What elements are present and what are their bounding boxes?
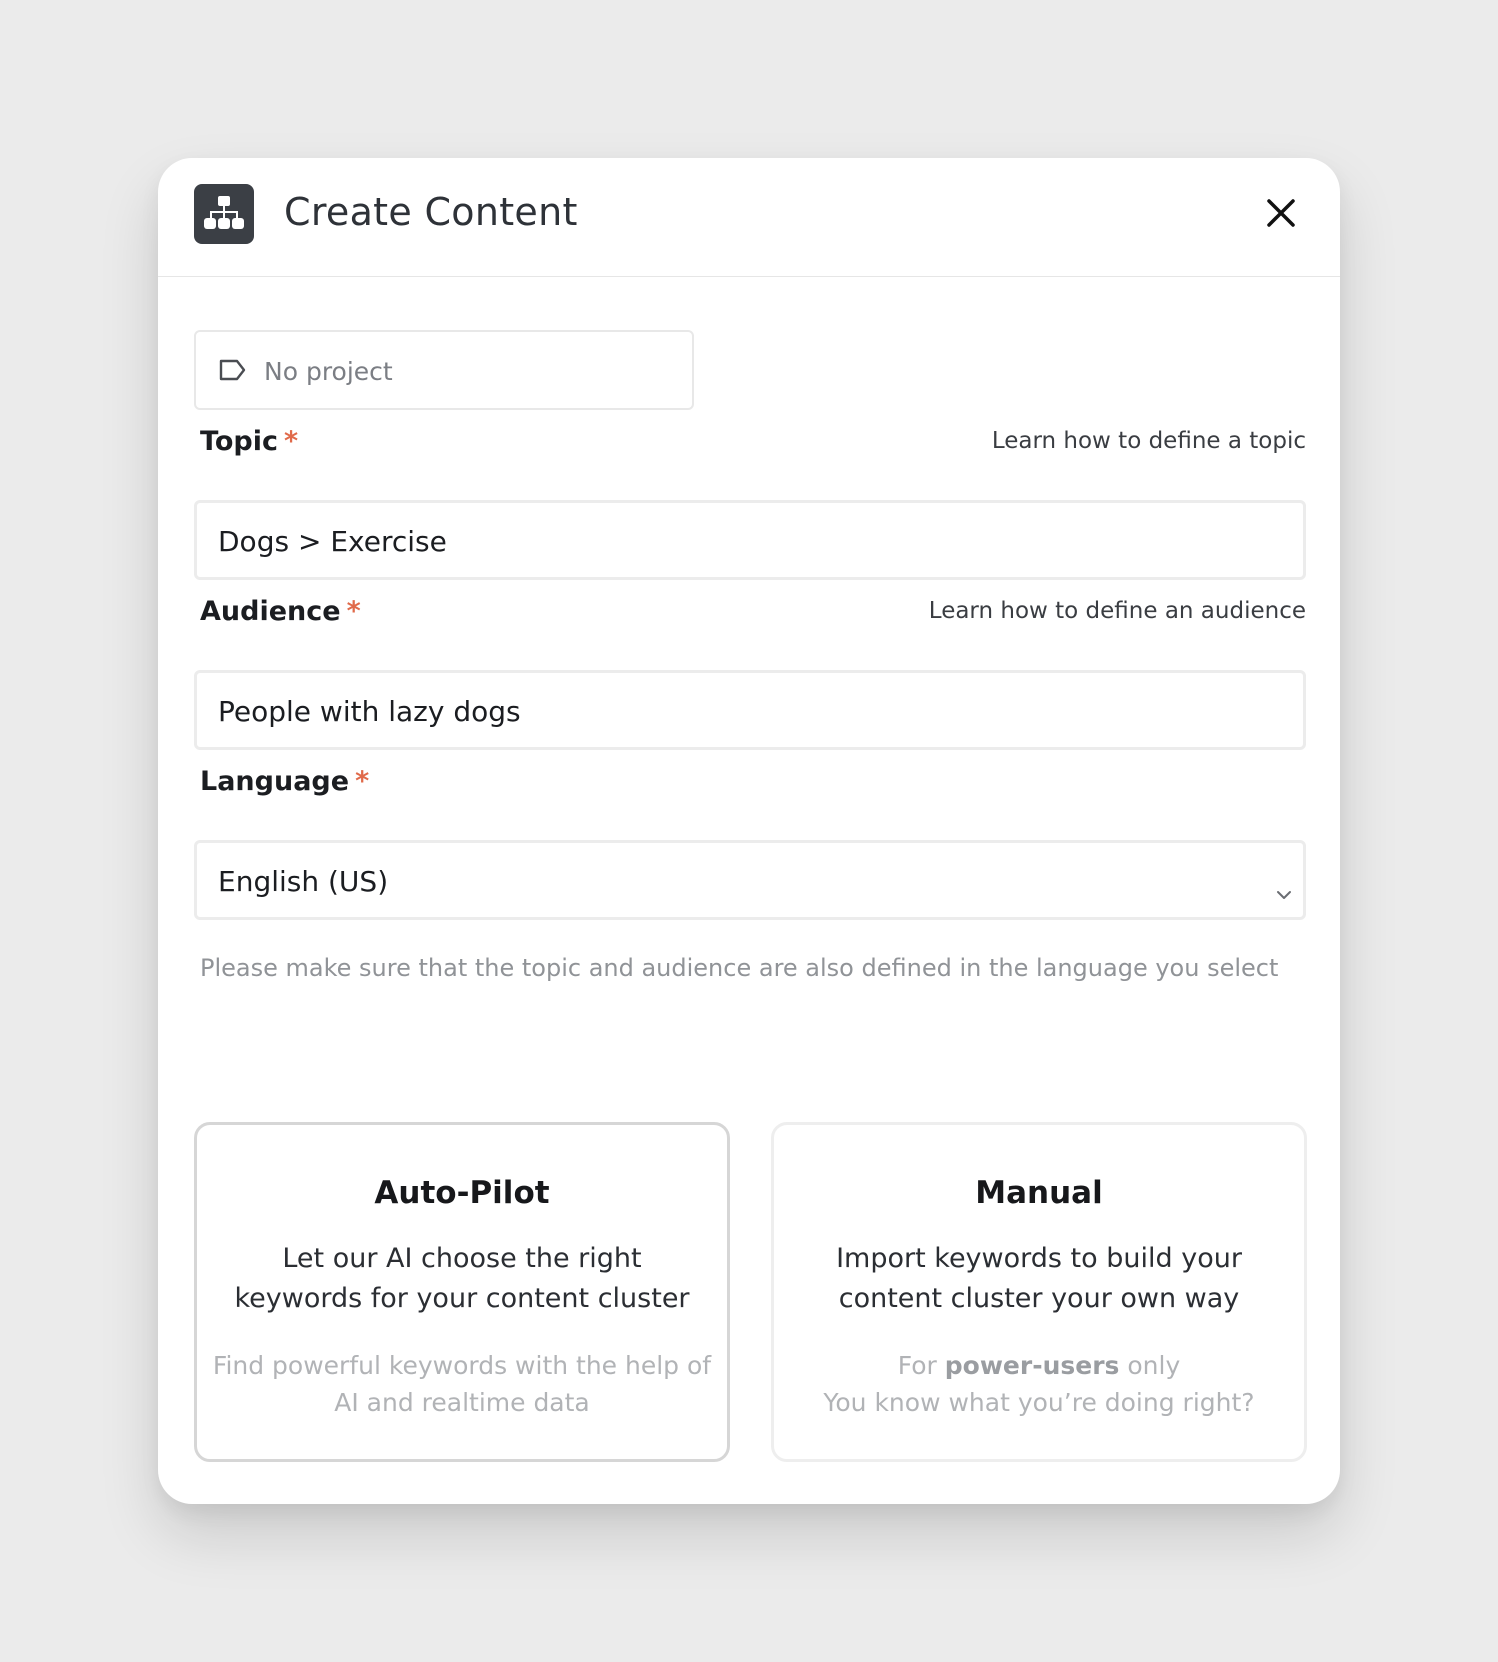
topic-help-link[interactable]: Learn how to define a topic xyxy=(992,428,1306,454)
required-mark: * xyxy=(346,596,361,627)
project-placeholder: No project xyxy=(264,357,393,386)
required-mark: * xyxy=(355,766,370,797)
topic-input[interactable]: Dogs > Exercise xyxy=(194,500,1306,580)
required-mark: * xyxy=(283,426,299,457)
project-select[interactable]: No project xyxy=(194,330,694,410)
language-select[interactable]: English (US) xyxy=(194,840,1306,920)
manual-title: Manual xyxy=(975,1175,1103,1211)
manual-sub-bold: power-users xyxy=(944,1351,1120,1380)
sitemap-icon xyxy=(194,184,254,244)
modal-header: Create Content xyxy=(158,158,1340,277)
auto-pilot-description: Let our AI choose the right keywords for… xyxy=(234,1243,690,1314)
tag-icon xyxy=(218,358,248,386)
manual-subtitle: For power-users only You know what you’r… xyxy=(789,1347,1289,1421)
manual-sub-suffix: only xyxy=(1127,1351,1181,1380)
topic-label: Topic * xyxy=(200,426,298,457)
modal-title: Create Content xyxy=(284,190,578,234)
auto-pilot-title: Auto-Pilot xyxy=(374,1175,550,1211)
manual-card[interactable]: Manual Import keywords to build your con… xyxy=(771,1122,1307,1462)
language-label-text: Language xyxy=(200,766,350,797)
language-note: Please make sure that the topic and audi… xyxy=(200,954,1279,982)
language-value: English (US) xyxy=(218,865,389,898)
topic-label-text: Topic xyxy=(200,426,278,457)
audience-label: Audience * xyxy=(200,596,361,627)
audience-label-text: Audience xyxy=(200,596,341,627)
audience-help-link[interactable]: Learn how to define an audience xyxy=(929,598,1306,624)
auto-pilot-subtitle: Find powerful keywords with the help of … xyxy=(212,1351,712,1417)
manual-description: Import keywords to build your content cl… xyxy=(836,1243,1242,1314)
manual-sub-prefix: For xyxy=(897,1351,937,1380)
close-icon[interactable] xyxy=(1264,196,1298,230)
create-content-modal: Create Content No project Topic * Learn h… xyxy=(158,158,1340,1504)
chevron-down-icon xyxy=(1275,875,1293,908)
audience-input[interactable]: People with lazy dogs xyxy=(194,670,1306,750)
manual-sub-line2: You know what you’re doing right? xyxy=(823,1388,1255,1417)
auto-pilot-card[interactable]: Auto-Pilot Let our AI choose the right k… xyxy=(194,1122,730,1462)
language-label: Language * xyxy=(200,766,369,797)
